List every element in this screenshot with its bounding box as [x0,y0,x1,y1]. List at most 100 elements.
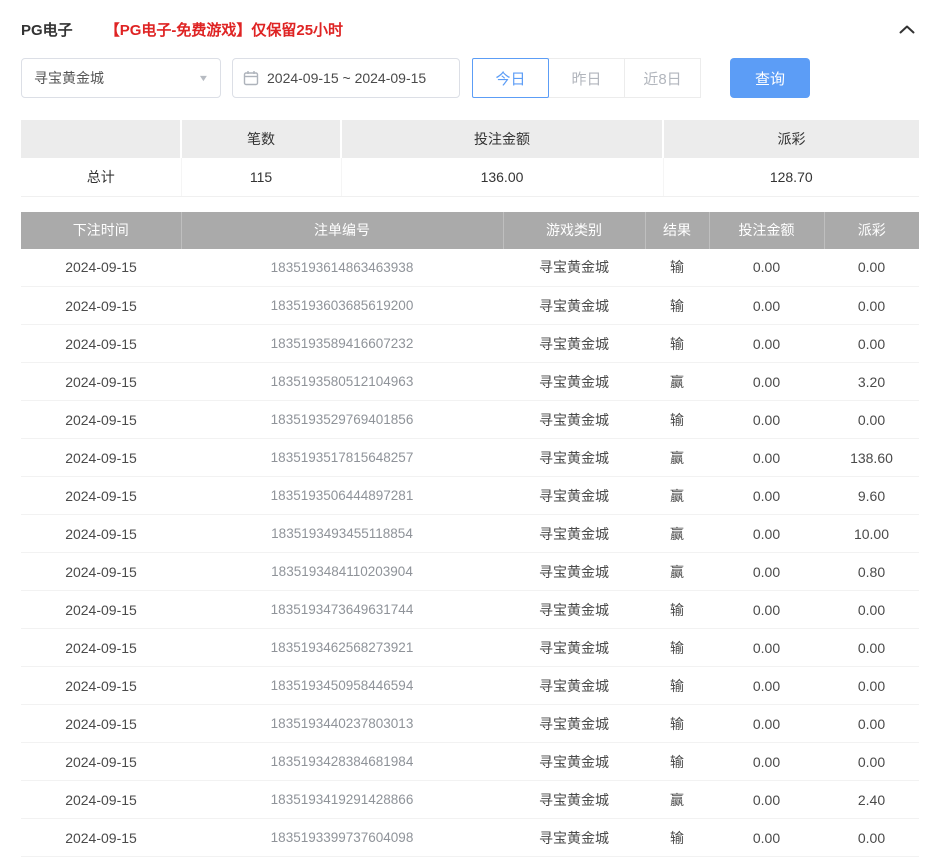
summary-header-cell [21,120,181,158]
cell-order-id: 1835193484110203904 [181,553,503,591]
cell-game-type: 寻宝黄金城 [503,325,645,363]
cell-bet-time: 2024-09-15 [21,667,181,705]
cell-game-type: 寻宝黄金城 [503,667,645,705]
cell-payout: 0.00 [824,629,919,667]
cell-result: 赢 [645,553,709,591]
cell-bet-time: 2024-09-15 [21,325,181,363]
cell-game-type: 寻宝黄金城 [503,439,645,477]
cell-game-type: 寻宝黄金城 [503,705,645,743]
collapse-panel-button[interactable] [895,21,919,38]
summary-total-row: 总计115136.00128.70 [21,158,919,196]
cell-result: 赢 [645,515,709,553]
cell-order-id: 1835193589416607232 [181,325,503,363]
summary-header-row: 笔数投注金额派彩 [21,120,919,158]
cell-bet-amount: 0.00 [709,705,824,743]
table-row: 2024-09-151835193450958446594寻宝黄金城输0.000… [21,667,919,705]
game-select[interactable]: 寻宝黄金城 ▼ [21,58,221,98]
cell-bet-time: 2024-09-15 [21,781,181,819]
cell-game-type: 寻宝黄金城 [503,591,645,629]
search-button[interactable]: 查询 [730,58,810,98]
cell-payout: 0.00 [824,705,919,743]
table-row: 2024-09-151835193462568273921寻宝黄金城输0.000… [21,629,919,667]
cell-game-type: 寻宝黄金城 [503,401,645,439]
bet-records-panel: PG电子 【PG电子-免费游戏】仅保留25小时 寻宝黄金城 ▼ 2024-09-… [0,0,940,857]
quick-range-button[interactable]: 昨日 [548,58,625,98]
table-row: 2024-09-151835193517815648257寻宝黄金城赢0.001… [21,439,919,477]
cell-order-id: 1835193529769401856 [181,401,503,439]
table-row: 2024-09-151835193493455118854寻宝黄金城赢0.001… [21,515,919,553]
cell-result: 输 [645,287,709,325]
cell-order-id: 1835193419291428866 [181,781,503,819]
summary-table: 笔数投注金额派彩 总计115136.00128.70 [21,120,919,197]
records-header-bet-time: 下注时间 [21,212,181,249]
quick-range-group: 今日昨日近8日 [472,58,701,98]
cell-payout: 0.00 [824,401,919,439]
table-row: 2024-09-151835193614863463938寻宝黄金城输0.000… [21,249,919,287]
cell-result: 赢 [645,363,709,401]
cell-order-id: 1835193493455118854 [181,515,503,553]
cell-result: 输 [645,325,709,363]
cell-order-id: 1835193506444897281 [181,477,503,515]
summary-value: 136.00 [341,158,663,196]
cell-bet-time: 2024-09-15 [21,515,181,553]
records-header-row: 下注时间注单编号游戏类别结果投注金额派彩 [21,212,919,249]
table-row: 2024-09-151835193603685619200寻宝黄金城输0.000… [21,287,919,325]
page-title: PG电子 [21,19,73,40]
filter-row: 寻宝黄金城 ▼ 2024-09-15 ~ 2024-09-15 今日昨日近8日 … [21,58,919,98]
cell-payout: 0.00 [824,325,919,363]
cell-game-type: 寻宝黄金城 [503,287,645,325]
cell-bet-amount: 0.00 [709,743,824,781]
cell-order-id: 1835193462568273921 [181,629,503,667]
records-header-game-type: 游戏类别 [503,212,645,249]
summary-header-cell: 笔数 [181,120,341,158]
cell-order-id: 1835193517815648257 [181,439,503,477]
quick-range-button[interactable]: 近8日 [624,58,701,98]
records-header-payout: 派彩 [824,212,919,249]
cell-result: 赢 [645,477,709,515]
cell-bet-amount: 0.00 [709,249,824,287]
records-header-bet-amount: 投注金额 [709,212,824,249]
cell-bet-amount: 0.00 [709,553,824,591]
cell-result: 输 [645,401,709,439]
table-row: 2024-09-151835193484110203904寻宝黄金城赢0.000… [21,553,919,591]
table-row: 2024-09-151835193473649631744寻宝黄金城输0.000… [21,591,919,629]
cell-bet-time: 2024-09-15 [21,363,181,401]
cell-bet-amount: 0.00 [709,287,824,325]
table-row: 2024-09-151835193506444897281寻宝黄金城赢0.009… [21,477,919,515]
table-row: 2024-09-151835193589416607232寻宝黄金城输0.000… [21,325,919,363]
cell-result: 赢 [645,781,709,819]
cell-bet-amount: 0.00 [709,363,824,401]
cell-bet-time: 2024-09-15 [21,705,181,743]
cell-bet-amount: 0.00 [709,629,824,667]
date-range-input[interactable]: 2024-09-15 ~ 2024-09-15 [232,58,460,98]
cell-game-type: 寻宝黄金城 [503,249,645,287]
cell-bet-amount: 0.00 [709,401,824,439]
cell-bet-time: 2024-09-15 [21,287,181,325]
cell-order-id: 1835193473649631744 [181,591,503,629]
summary-value: 128.70 [663,158,919,196]
cell-bet-time: 2024-09-15 [21,591,181,629]
cell-payout: 0.80 [824,553,919,591]
cell-bet-amount: 0.00 [709,515,824,553]
calendar-icon [243,70,259,86]
cell-bet-amount: 0.00 [709,477,824,515]
summary-header-cell: 派彩 [663,120,919,158]
cell-game-type: 寻宝黄金城 [503,743,645,781]
cell-payout: 3.20 [824,363,919,401]
records-header-result: 结果 [645,212,709,249]
cell-order-id: 1835193450958446594 [181,667,503,705]
cell-bet-amount: 0.00 [709,439,824,477]
cell-bet-time: 2024-09-15 [21,629,181,667]
cell-payout: 0.00 [824,591,919,629]
cell-payout: 10.00 [824,515,919,553]
caret-down-icon: ▼ [198,73,210,83]
cell-bet-time: 2024-09-15 [21,743,181,781]
cell-bet-amount: 0.00 [709,667,824,705]
cell-order-id: 1835193603685619200 [181,287,503,325]
table-row: 2024-09-151835193428384681984寻宝黄金城输0.000… [21,743,919,781]
summary-value: 115 [181,158,341,196]
table-row: 2024-09-151835193529769401856寻宝黄金城输0.000… [21,401,919,439]
cell-result: 赢 [645,439,709,477]
quick-range-button[interactable]: 今日 [472,58,549,98]
cell-payout: 0.00 [824,287,919,325]
